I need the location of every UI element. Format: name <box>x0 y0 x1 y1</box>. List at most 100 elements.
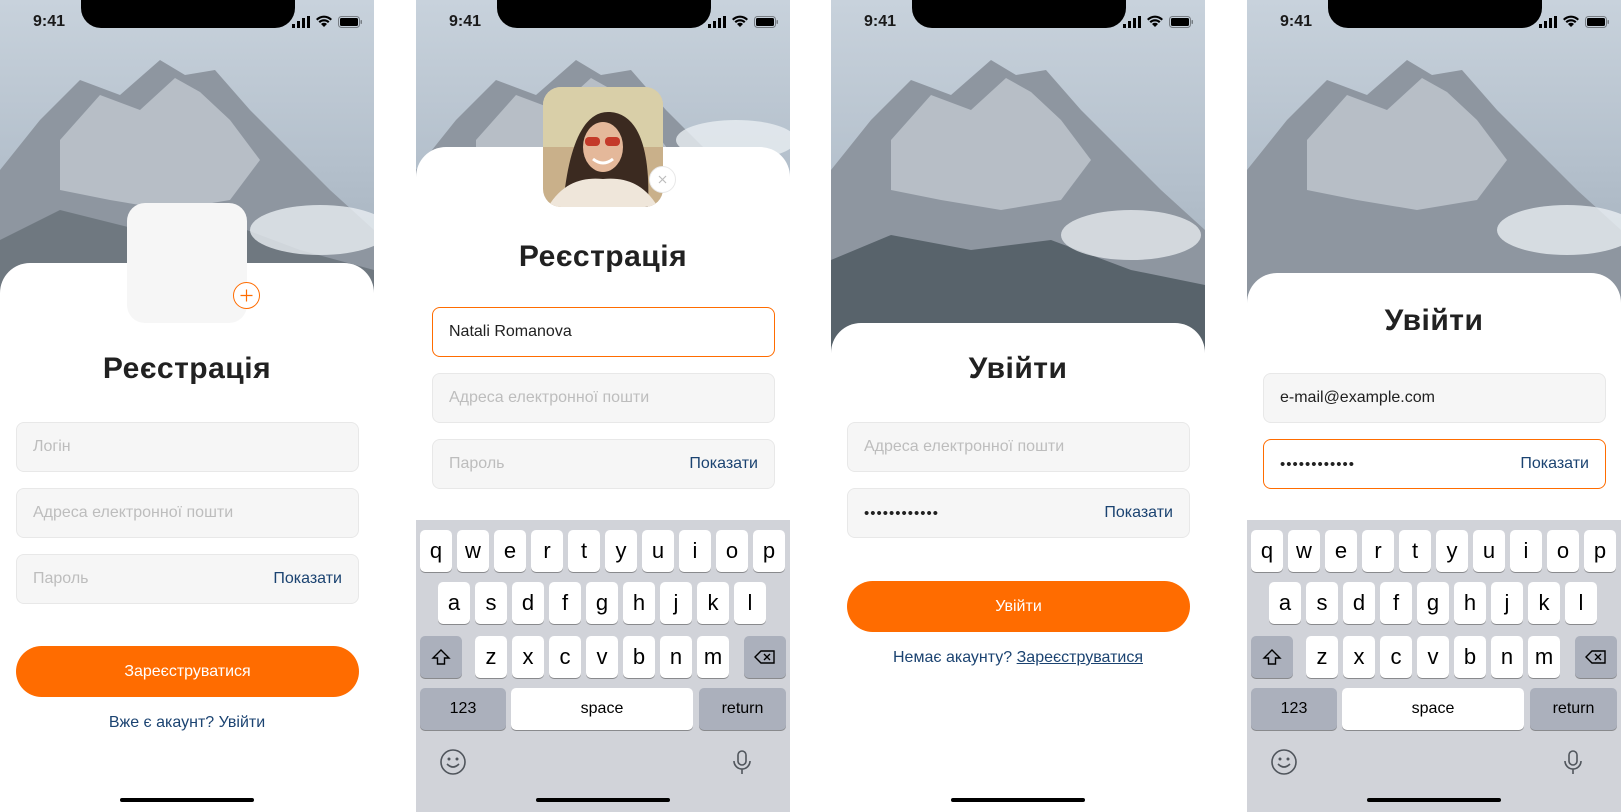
password-field[interactable]: Показати <box>432 439 775 489</box>
key-l[interactable]: l <box>734 582 766 624</box>
show-password-button[interactable]: Показати <box>1104 504 1173 522</box>
user-avatar-photo[interactable] <box>543 87 663 207</box>
email-input[interactable] <box>848 423 1189 471</box>
email-input[interactable] <box>17 489 358 537</box>
key-n[interactable]: n <box>1491 636 1523 678</box>
key-r[interactable]: r <box>1362 530 1394 572</box>
key-g[interactable]: g <box>1417 582 1449 624</box>
remove-photo-button[interactable] <box>649 166 676 193</box>
key-g[interactable]: g <box>586 582 618 624</box>
key-z[interactable]: z <box>1306 636 1338 678</box>
microphone-icon[interactable] <box>728 748 756 776</box>
key-m[interactable]: m <box>697 636 729 678</box>
shift-key[interactable] <box>420 636 462 678</box>
key-i[interactable]: i <box>1510 530 1542 572</box>
password-field[interactable]: Показати <box>847 488 1190 538</box>
backspace-icon <box>1585 650 1606 664</box>
password-field[interactable]: Показати <box>16 554 359 604</box>
key-y[interactable]: y <box>1436 530 1468 572</box>
key-x[interactable]: x <box>512 636 544 678</box>
return-key[interactable]: return <box>699 688 786 730</box>
key-u[interactable]: u <box>642 530 674 572</box>
key-z[interactable]: z <box>475 636 507 678</box>
key-c[interactable]: c <box>1380 636 1412 678</box>
key-w[interactable]: w <box>457 530 489 572</box>
register-button[interactable]: Зареєструватися <box>16 646 359 697</box>
key-s[interactable]: s <box>1306 582 1338 624</box>
key-u[interactable]: u <box>1473 530 1505 572</box>
register-link[interactable]: Зареєструватися <box>1017 649 1143 666</box>
email-field[interactable] <box>432 373 775 423</box>
key-q[interactable]: q <box>420 530 452 572</box>
notch <box>497 0 711 28</box>
password-field[interactable]: Показати <box>1263 439 1606 489</box>
avatar-placeholder[interactable] <box>127 203 247 323</box>
key-o[interactable]: o <box>716 530 748 572</box>
key-v[interactable]: v <box>586 636 618 678</box>
show-password-button[interactable]: Показати <box>689 455 758 473</box>
key-l[interactable]: l <box>1565 582 1597 624</box>
login-button[interactable]: Увійти <box>847 581 1190 632</box>
email-field[interactable] <box>16 488 359 538</box>
key-k[interactable]: k <box>697 582 729 624</box>
key-k[interactable]: k <box>1528 582 1560 624</box>
register-prompt: Немає акаунту? Зареєструватися <box>831 649 1205 667</box>
space-key[interactable]: space <box>1342 688 1524 730</box>
key-f[interactable]: f <box>1380 582 1412 624</box>
backspace-key[interactable] <box>744 636 786 678</box>
key-e[interactable]: e <box>494 530 526 572</box>
login-field[interactable] <box>432 307 775 357</box>
key-b[interactable]: b <box>1454 636 1486 678</box>
wifi-icon <box>732 15 748 27</box>
key-w[interactable]: w <box>1288 530 1320 572</box>
emoji-icon[interactable] <box>439 748 467 776</box>
login-input[interactable] <box>17 423 358 471</box>
email-input[interactable] <box>433 374 774 422</box>
key-e[interactable]: e <box>1325 530 1357 572</box>
key-r[interactable]: r <box>531 530 563 572</box>
key-s[interactable]: s <box>475 582 507 624</box>
login-input[interactable] <box>433 308 774 356</box>
email-field[interactable] <box>1263 373 1606 423</box>
emoji-icon[interactable] <box>1270 748 1298 776</box>
login-link[interactable]: Вже є акаунт? Увійти <box>0 714 374 732</box>
key-a[interactable]: a <box>438 582 470 624</box>
show-password-button[interactable]: Показати <box>273 570 342 588</box>
key-f[interactable]: f <box>549 582 581 624</box>
key-h[interactable]: h <box>1454 582 1486 624</box>
key-o[interactable]: o <box>1547 530 1579 572</box>
login-field[interactable] <box>16 422 359 472</box>
email-field[interactable] <box>847 422 1190 472</box>
numbers-key[interactable]: 123 <box>420 688 506 730</box>
key-n[interactable]: n <box>660 636 692 678</box>
key-y[interactable]: y <box>605 530 637 572</box>
space-key[interactable]: space <box>511 688 693 730</box>
key-c[interactable]: c <box>549 636 581 678</box>
return-key[interactable]: return <box>1530 688 1617 730</box>
key-i[interactable]: i <box>679 530 711 572</box>
cellular-signal-icon <box>708 16 726 28</box>
add-photo-button[interactable] <box>233 282 260 309</box>
key-v[interactable]: v <box>1417 636 1449 678</box>
key-t[interactable]: t <box>568 530 600 572</box>
key-d[interactable]: d <box>512 582 544 624</box>
key-x[interactable]: x <box>1343 636 1375 678</box>
key-j[interactable]: j <box>660 582 692 624</box>
backspace-key[interactable] <box>1575 636 1617 678</box>
numbers-key[interactable]: 123 <box>1251 688 1337 730</box>
key-q[interactable]: q <box>1251 530 1283 572</box>
microphone-icon[interactable] <box>1559 748 1587 776</box>
shift-key[interactable] <box>1251 636 1293 678</box>
email-input[interactable] <box>1264 374 1605 422</box>
key-m[interactable]: m <box>1528 636 1560 678</box>
key-t[interactable]: t <box>1399 530 1431 572</box>
key-p[interactable]: p <box>1584 530 1616 572</box>
key-h[interactable]: h <box>623 582 655 624</box>
key-d[interactable]: d <box>1343 582 1375 624</box>
key-p[interactable]: p <box>753 530 785 572</box>
key-a[interactable]: a <box>1269 582 1301 624</box>
show-password-button[interactable]: Показати <box>1520 455 1589 473</box>
key-j[interactable]: j <box>1491 582 1523 624</box>
shift-icon <box>431 649 451 665</box>
key-b[interactable]: b <box>623 636 655 678</box>
